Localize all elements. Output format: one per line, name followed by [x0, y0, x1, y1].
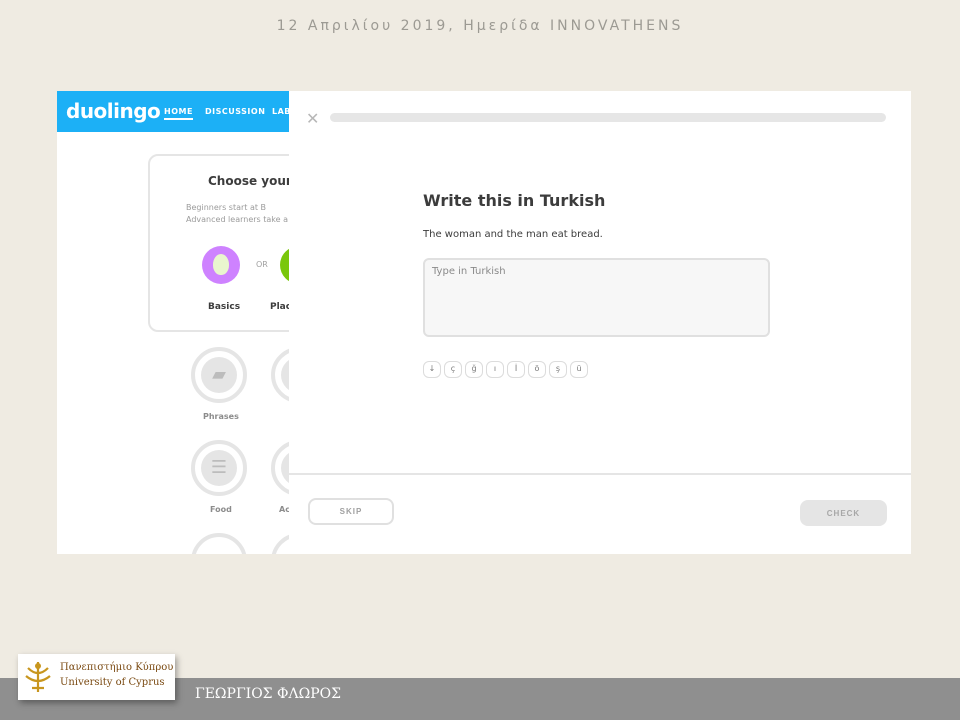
university-name-greek: Πανεπιστήμιο Κύπρου — [60, 662, 174, 673]
skill-phrases-inner: ▰ — [201, 357, 237, 393]
skill-food-inner: ☰ — [201, 450, 237, 486]
university-emblem-icon — [25, 662, 51, 692]
close-icon[interactable]: ✕ — [306, 109, 319, 128]
skill-second-inner — [281, 357, 289, 393]
skill-phrases-icon[interactable]: ▰ — [191, 347, 247, 403]
skip-button[interactable]: SKIP — [308, 498, 394, 525]
duolingo-logo[interactable]: duolingo — [66, 99, 161, 123]
key-o-umlaut[interactable]: ö — [528, 361, 546, 378]
check-button[interactable]: CHECK — [800, 500, 887, 526]
speech-bubbles-icon: ▰ — [212, 364, 226, 385]
special-character-keys: ↓ ç ğ ı İ ö ş ü — [423, 361, 588, 378]
skill-food-label: Food — [210, 505, 232, 514]
card-description-line1: Beginners start at B — [186, 203, 267, 212]
duolingo-screenshot: duolingo HOME DISCUSSION LAB Choose your… — [57, 91, 911, 554]
key-g-breve[interactable]: ğ — [465, 361, 483, 378]
footer-divider — [289, 473, 911, 475]
key-dotted-i[interactable]: İ — [507, 361, 525, 378]
card-title: Choose your p — [208, 174, 289, 188]
placement-label: Plac — [270, 302, 289, 312]
skill-row3-right-icon[interactable] — [271, 533, 289, 554]
burger-icon: ☰ — [210, 457, 228, 478]
skill-phrases-label: Phrases — [203, 412, 239, 421]
question-title: Write this in Turkish — [423, 191, 606, 210]
lesson-progress-bar — [330, 113, 886, 122]
card-description-line2: Advanced learners take a — [186, 215, 288, 224]
university-logo: Πανεπιστήμιο Κύπρου University of Cyprus — [18, 654, 175, 700]
skill-activities-icon[interactable] — [271, 440, 289, 496]
nav-lab[interactable]: LAB — [272, 107, 289, 116]
skill-food-icon[interactable]: ☰ — [191, 440, 247, 496]
choose-path-card: Choose your p Beginners start at B Advan… — [148, 154, 289, 332]
nav-home[interactable]: HOME — [164, 107, 193, 120]
egg-shape — [213, 254, 229, 275]
answer-input[interactable] — [423, 258, 770, 337]
presenter-name: ΓΕΩΡΓΙΟΣ ΦΛΩΡΟΣ — [195, 686, 342, 702]
or-label: OR — [256, 260, 268, 269]
skill-activities-label: Ac — [279, 505, 289, 514]
duolingo-home: duolingo HOME DISCUSSION LAB Choose your… — [57, 91, 289, 554]
skill-row3-left-icon[interactable] — [191, 533, 247, 554]
basics-label: Basics — [208, 302, 241, 312]
lesson-modal: ✕ Write this in Turkish The woman and th… — [289, 91, 911, 554]
nav-discussion[interactable]: DISCUSSION — [205, 107, 265, 116]
top-nav-bar: duolingo HOME DISCUSSION LAB — [57, 91, 289, 132]
skill-second-icon[interactable] — [271, 347, 289, 403]
university-name-english: University of Cyprus — [60, 677, 165, 688]
key-c-cedilla[interactable]: ç — [444, 361, 462, 378]
skill-activities-inner — [281, 450, 289, 486]
key-s-cedilla[interactable]: ş — [549, 361, 567, 378]
key-u-umlaut[interactable]: ü — [570, 361, 588, 378]
placement-icon[interactable] — [280, 246, 289, 284]
prompt-sentence: The woman and the man eat bread. — [423, 229, 603, 240]
slide-header: 12 Απριλίου 2019, Ημερίδα INNOVATHENS — [276, 18, 684, 34]
basics-egg-icon[interactable] — [202, 246, 240, 284]
key-arrow-down[interactable]: ↓ — [423, 361, 441, 378]
key-dotless-i[interactable]: ı — [486, 361, 504, 378]
